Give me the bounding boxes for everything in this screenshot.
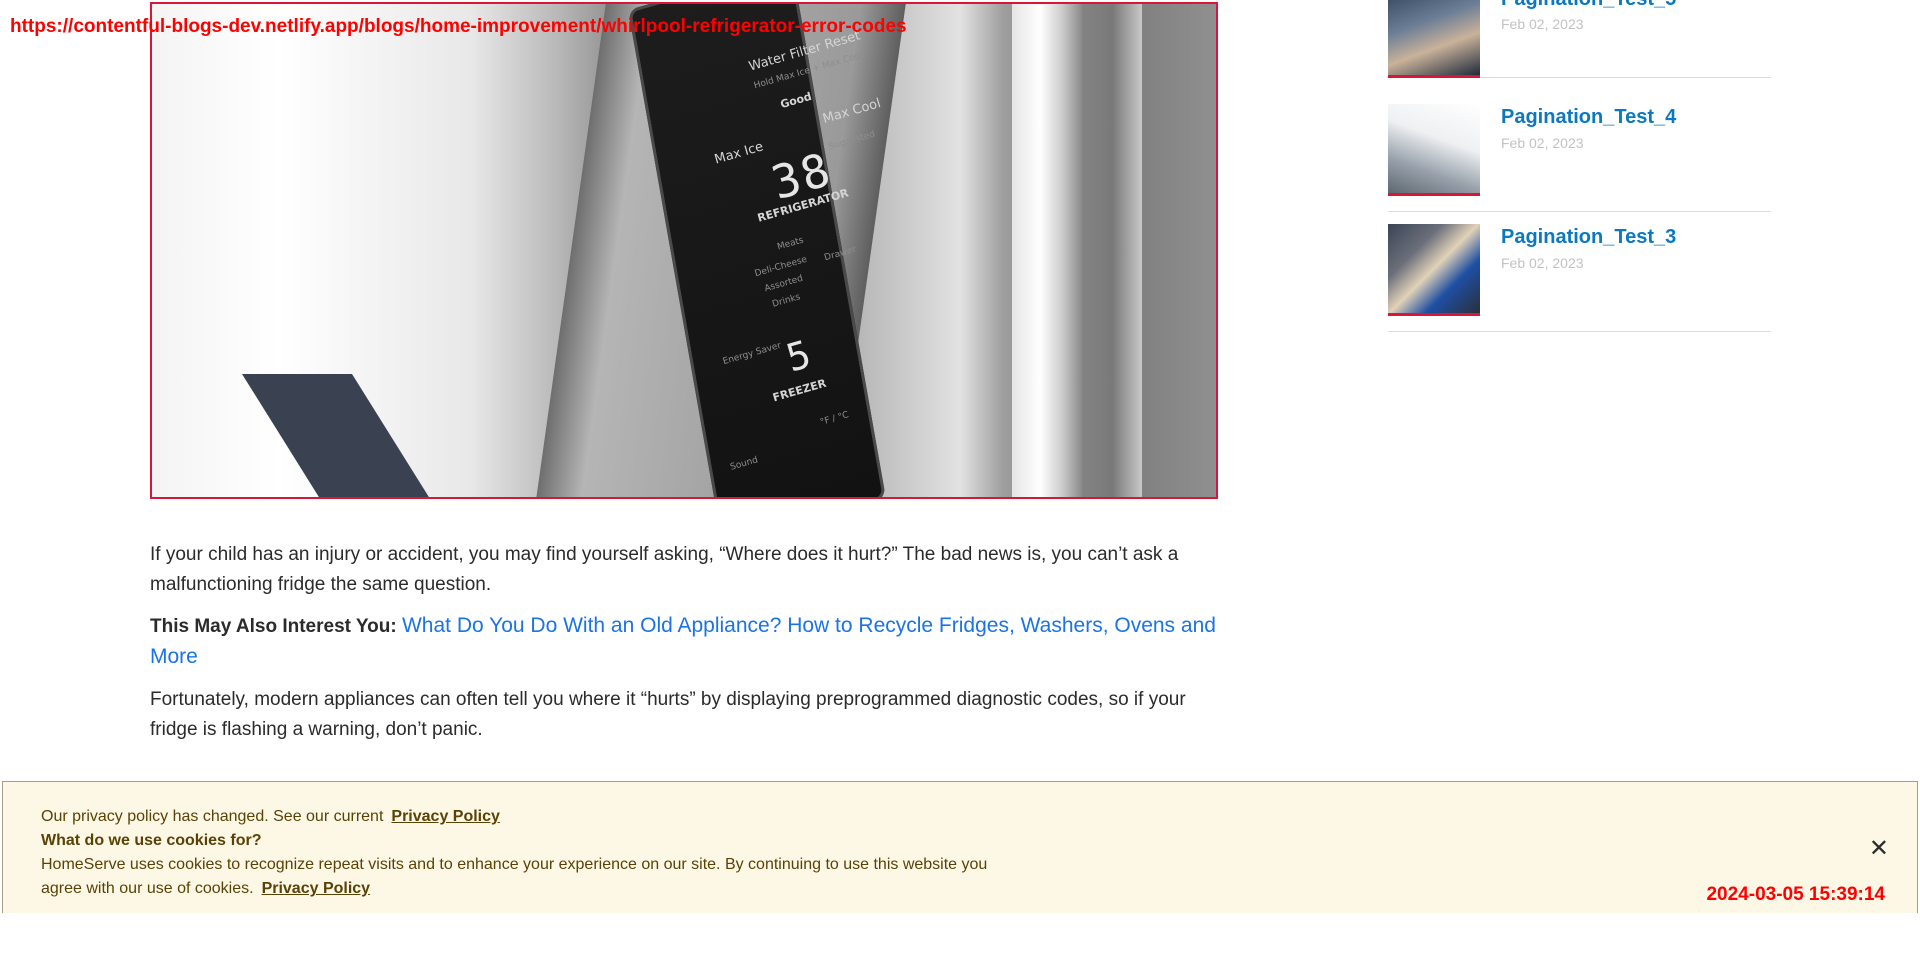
post-date: Feb 02, 2023 bbox=[1501, 16, 1584, 32]
privacy-policy-link[interactable]: Privacy Policy bbox=[391, 808, 500, 825]
fridge-handle bbox=[1012, 4, 1082, 497]
cookie-agree-text: agree with our use of cookies. bbox=[41, 880, 254, 897]
cookie-agree-line: agree with our use of cookies. Privacy Po… bbox=[41, 880, 370, 898]
post-title-link[interactable]: Pagination_Test_3 bbox=[1501, 226, 1676, 249]
hero-image-fridge-control-panel: Water Filter Reset Hold Max Ice + Max Co… bbox=[150, 2, 1218, 499]
sidebar-post-item[interactable]: Pagination_Test_4 Feb 02, 2023 bbox=[1388, 92, 1771, 212]
fridge-handle-shadow bbox=[1112, 4, 1142, 497]
fridge-side-decor bbox=[242, 374, 452, 497]
cookie-consent-banner: Our privacy policy has changed. See our … bbox=[2, 781, 1918, 913]
cookie-heading: What do we use cookies for? bbox=[41, 832, 262, 849]
related-article-callout: This May Also Interest You: What Do You … bbox=[150, 611, 1220, 673]
article-paragraph: Fortunately, modern appliances can often… bbox=[150, 689, 1186, 740]
interest-label: This May Also Interest You: bbox=[150, 616, 397, 637]
post-date: Feb 02, 2023 bbox=[1501, 255, 1584, 271]
post-date: Feb 02, 2023 bbox=[1501, 135, 1584, 151]
cookie-description: HomeServe uses cookies to recognize repe… bbox=[41, 856, 988, 873]
sidebar-post-item[interactable]: Pagination_Test_3 Feb 02, 2023 bbox=[1388, 212, 1771, 332]
close-icon[interactable]: ✕ bbox=[1869, 834, 1889, 862]
post-thumbnail[interactable] bbox=[1388, 0, 1480, 78]
cookie-policy-line: Our privacy policy has changed. See our … bbox=[41, 808, 500, 826]
article-paragraph: If your child has an injury or accident,… bbox=[150, 544, 1179, 595]
cookie-policy-text: Our privacy policy has changed. See our … bbox=[41, 808, 384, 825]
sidebar-post-item[interactable]: Pagination_Test_5 Feb 02, 2023 bbox=[1388, 0, 1771, 78]
post-title-link[interactable]: Pagination_Test_5 bbox=[1501, 0, 1676, 11]
privacy-policy-link[interactable]: Privacy Policy bbox=[262, 880, 371, 897]
timestamp-overlay: 2024-03-05 15:39:14 bbox=[1706, 884, 1885, 905]
post-thumbnail[interactable] bbox=[1388, 104, 1480, 196]
post-thumbnail[interactable] bbox=[1388, 224, 1480, 316]
post-title-link[interactable]: Pagination_Test_4 bbox=[1501, 106, 1676, 129]
page-url-overlay: https://contentful-blogs-dev.netlify.app… bbox=[10, 16, 907, 37]
